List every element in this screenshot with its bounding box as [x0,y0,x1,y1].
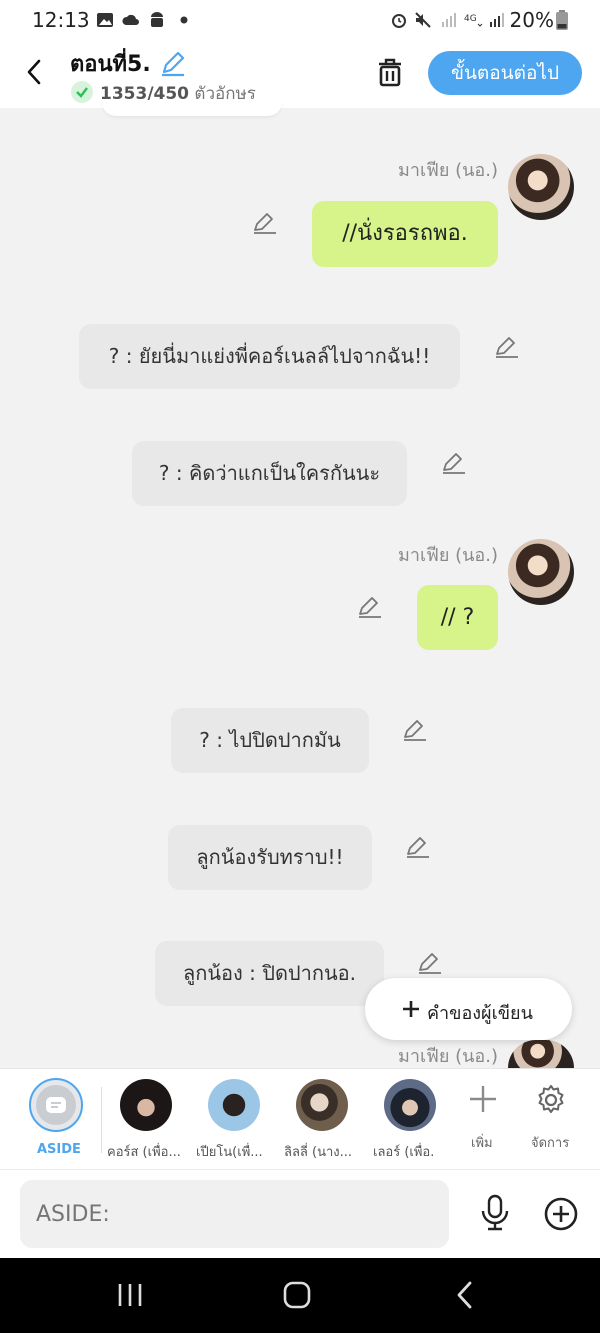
divider [101,1087,102,1153]
back-nav-icon[interactable] [454,1280,476,1310]
avatar[interactable] [508,1040,574,1068]
input-bar [0,1169,600,1259]
add-circle-icon[interactable] [543,1196,579,1232]
message-bubble-me[interactable]: //นั่งรอรถพอ. [312,201,498,267]
message-bubble-other[interactable]: ลูกน้องรับทราบ!! [168,825,372,890]
speaker-name: มาเฟีย (นอ.) [397,160,498,181]
mute-icon [415,12,431,28]
settings-gear-icon[interactable] [534,1083,568,1117]
add-label: เพิ่ม [471,1136,493,1151]
signal-icon-2 [490,13,504,27]
edit-message-icon[interactable] [441,450,467,476]
character-avatar[interactable] [384,1079,436,1131]
edit-title-icon[interactable] [158,48,188,78]
character-avatar[interactable] [296,1079,348,1131]
avatar[interactable] [508,539,574,605]
message-bubble-me[interactable]: // ? [417,585,498,650]
check-icon [71,81,93,103]
message-bubble-other[interactable]: ? : ไปปิดปากมัน [171,708,369,773]
lte-icon: 4G [464,14,483,27]
svg-text:4G: 4G [464,14,477,24]
battery-icon [556,10,568,30]
edit-message-icon[interactable] [405,834,431,860]
speaker-name: มาเฟีย (นอ.) [397,1046,498,1067]
recent-apps-icon[interactable] [116,1282,144,1308]
writer-note-button[interactable]: คำของผู้เขียน [365,978,572,1040]
system-nav-bar [0,1258,600,1333]
edit-message-icon[interactable] [417,950,443,976]
trash-icon[interactable] [374,56,406,88]
app-header: ตอนที่5. 1353/450 ตัวอักษร ขั้นตอนต่อไป [0,42,600,108]
message-input[interactable] [20,1180,449,1248]
character-name: เปียโน(เพื่... [196,1145,263,1160]
avatar[interactable] [508,154,574,220]
edit-message-icon[interactable] [357,594,383,620]
message-bubble-other[interactable]: ลูกน้อง : ปิดปากนอ. [155,941,384,1006]
message-bubble-other[interactable]: ? : คิดว่าแกเป็นใครกันนะ [132,441,407,506]
character-name: คอร์ส (เพื่อ... [107,1145,181,1160]
character-bar: ASIDE คอร์ส (เพื่อ... เปียโน(เพื่... ลิล… [0,1068,600,1170]
status-time: 12:13 [32,8,90,32]
character-avatar[interactable] [208,1079,260,1131]
aside-character[interactable] [29,1078,83,1132]
next-step-button[interactable]: ขั้นตอนต่อไป [428,51,582,95]
add-character-icon[interactable] [467,1083,499,1115]
edit-message-icon[interactable] [494,334,520,360]
speaker-name: มาเฟีย (นอ.) [397,545,498,566]
writer-note-label: คำของผู้เขียน [427,1003,533,1024]
manage-label: จัดการ [531,1136,570,1151]
microphone-icon[interactable] [478,1194,512,1232]
chat-bubble-icon [46,1097,66,1113]
character-name: เลอร์ (เพื่อ. [373,1145,435,1160]
episode-title: ตอนที่5. [70,52,151,77]
dot-icon [180,16,188,24]
edit-message-icon[interactable] [402,717,428,743]
android-icon [151,12,163,27]
back-arrow-icon[interactable] [24,58,44,86]
signal-icon [442,13,456,27]
status-bar: 12:13 4G 20% [0,0,600,42]
character-avatar[interactable] [120,1079,172,1131]
message-bubble-other[interactable]: ? : ยัยนี่มาแย่งพี่คอร์เนลล์ไปจากฉัน!! [79,324,460,389]
character-name: ลิลลี่ (นาง... [284,1145,353,1160]
plus-icon [403,1001,419,1017]
header-tab [102,100,282,116]
alarm-icon [392,14,406,28]
edit-message-icon[interactable] [252,210,278,236]
cloud-icon [122,14,139,25]
aside-label: ASIDE [37,1142,81,1157]
battery-percentage: 20% [509,8,554,32]
gallery-icon [97,13,113,27]
home-icon[interactable] [282,1280,312,1310]
